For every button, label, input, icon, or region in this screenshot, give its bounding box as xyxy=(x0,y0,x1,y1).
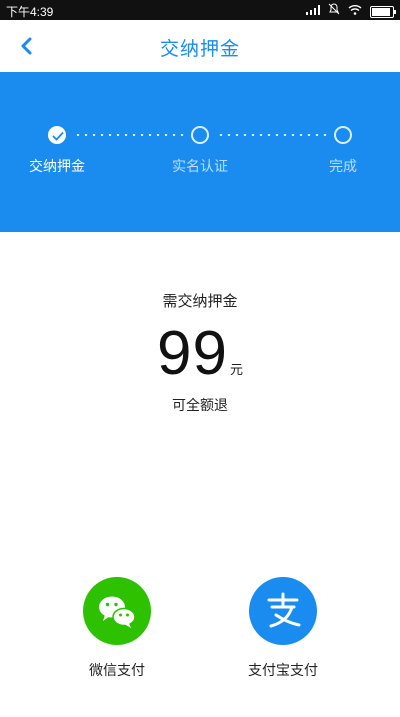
refund-note: 可全额退 xyxy=(172,398,228,414)
wifi-icon xyxy=(348,4,362,18)
battery-icon xyxy=(370,5,396,18)
wechat-icon xyxy=(83,577,151,645)
nav-bar: 交纳押金 xyxy=(0,20,400,72)
step-connector-1 xyxy=(74,134,186,136)
step-1-done-indicator xyxy=(48,126,66,144)
alipay-icon xyxy=(249,577,317,645)
status-bar: 下午4:39 xyxy=(0,0,400,20)
page-title: 交纳押金 xyxy=(159,38,240,60)
step-3-indicator xyxy=(334,126,352,144)
deposit-amount-row: 99 元 xyxy=(0,318,400,389)
alarm-off-icon xyxy=(328,3,340,18)
deposit-title: 需交纳押金 xyxy=(162,292,238,310)
deposit-amount: 99 xyxy=(157,319,228,388)
step-3-label: 完成 xyxy=(329,159,357,175)
wechat-pay-button[interactable]: 微信支付 xyxy=(57,577,177,680)
status-time: 下午4:39 xyxy=(6,5,54,19)
step-connector-2 xyxy=(217,134,329,136)
status-icons xyxy=(306,3,396,18)
step-2-label: 实名认证 xyxy=(172,159,228,175)
signal-icon xyxy=(306,4,320,18)
wechat-pay-label: 微信支付 xyxy=(89,663,145,679)
step-1-label: 交纳押金 xyxy=(29,159,85,175)
step-2-indicator xyxy=(191,126,209,144)
alipay-label: 支付宝支付 xyxy=(248,663,318,679)
check-icon xyxy=(52,131,64,141)
deposit-unit: 元 xyxy=(229,363,243,378)
alipay-button[interactable]: 支付宝支付 xyxy=(223,577,343,680)
progress-steps: 交纳押金 实名认证 完成 xyxy=(0,72,400,232)
